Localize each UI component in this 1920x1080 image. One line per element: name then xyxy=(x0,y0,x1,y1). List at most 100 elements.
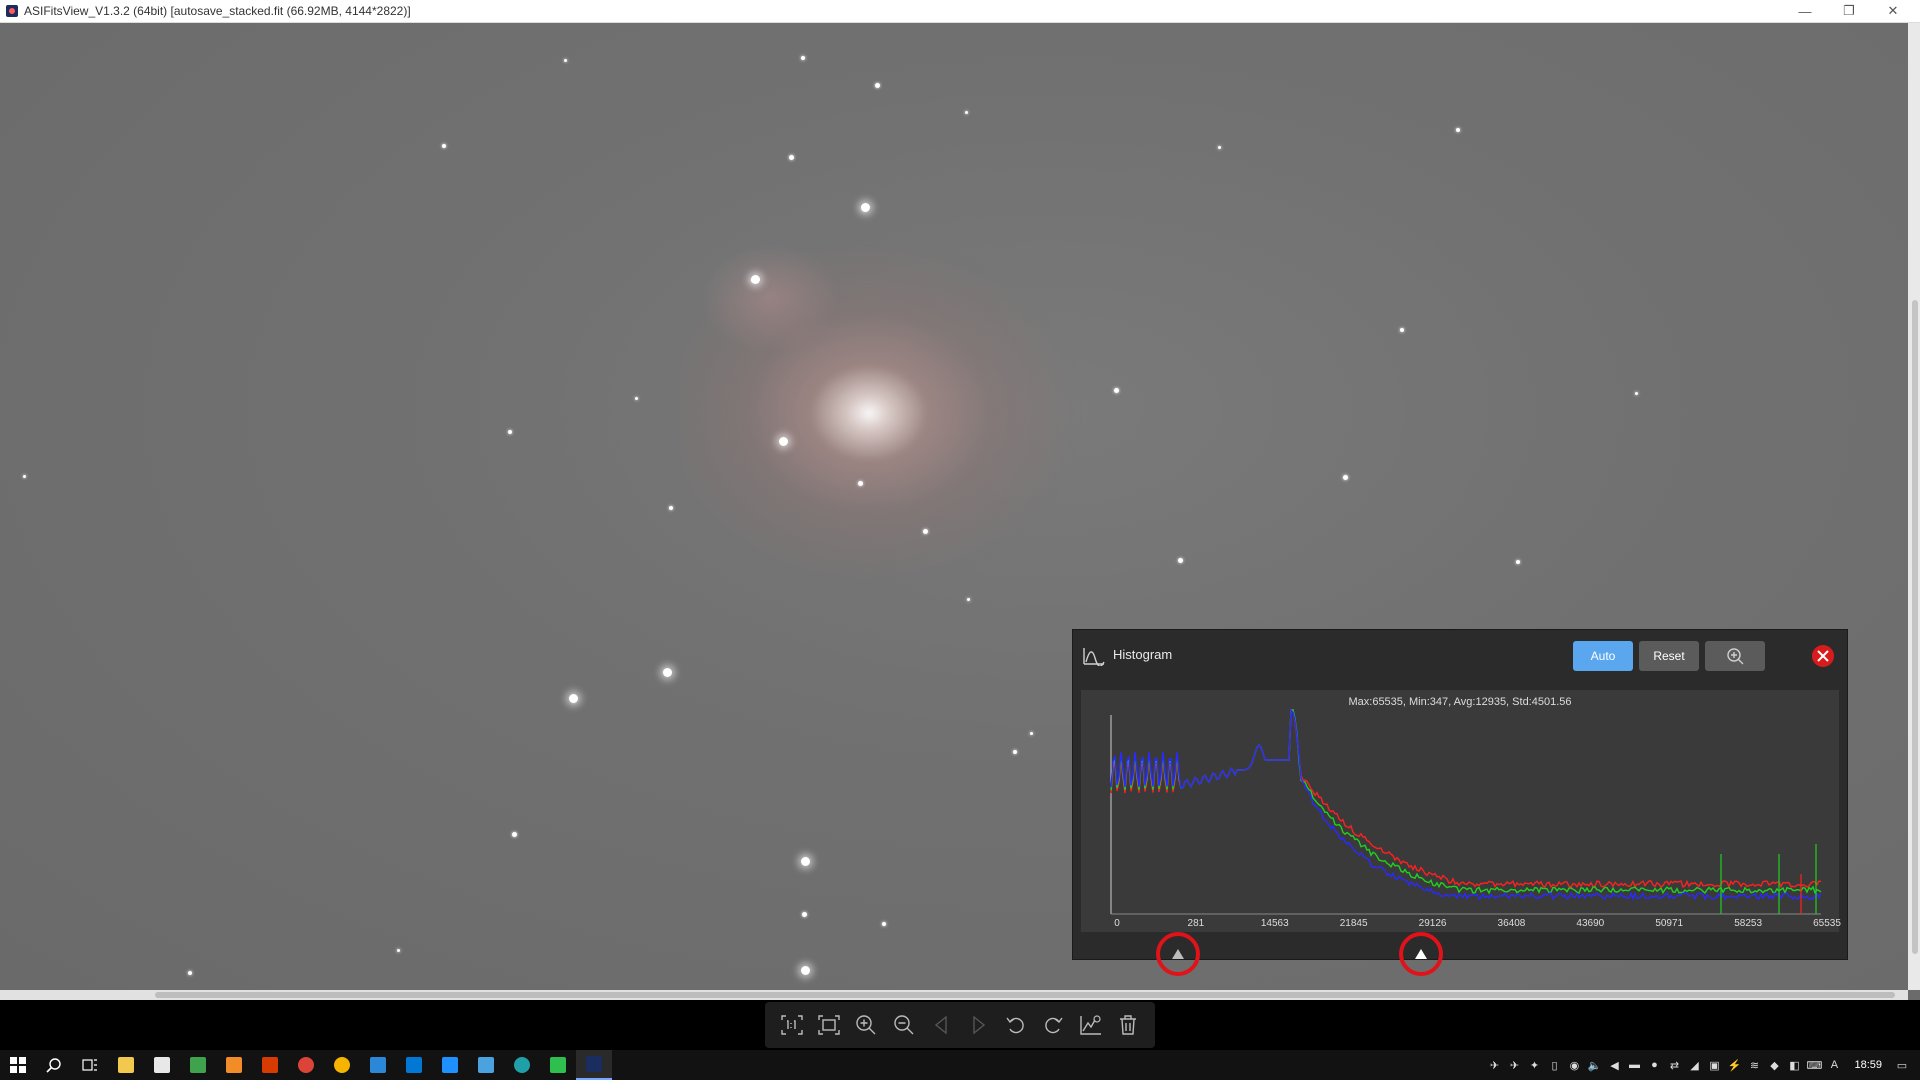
tray-icon-1[interactable]: ✈ xyxy=(1484,1050,1504,1080)
taskbar-store[interactable] xyxy=(144,1050,180,1080)
taskbar-app-orange[interactable] xyxy=(216,1050,252,1080)
orion-nebula xyxy=(680,223,1100,603)
taskbar-app-blue-1[interactable] xyxy=(360,1050,396,1080)
tray-icon-8[interactable]: ▬ xyxy=(1624,1050,1644,1080)
red-channel-curve xyxy=(1111,710,1821,887)
histogram-plot: Max:65535, Min:347, Avg:12935, Std:4501.… xyxy=(1081,690,1839,932)
zoom-out-button[interactable] xyxy=(890,1011,918,1039)
zoom-histogram-button[interactable] xyxy=(1705,641,1765,671)
x-tick-label: 0 xyxy=(1097,918,1137,929)
x-tick-label: 58253 xyxy=(1728,918,1768,929)
rotate-right-button[interactable] xyxy=(1039,1011,1067,1039)
taskbar-asifitsview[interactable] xyxy=(576,1050,612,1080)
blue-channel-curve xyxy=(1111,710,1821,899)
star xyxy=(23,475,26,478)
keyboard-icon[interactable]: ⌨ xyxy=(1804,1050,1824,1080)
star xyxy=(858,481,863,486)
histogram-curves xyxy=(1111,710,1821,914)
delete-button[interactable] xyxy=(1114,1011,1142,1039)
app-orange-icon xyxy=(226,1057,242,1073)
histogram-button[interactable] xyxy=(1077,1011,1105,1039)
bright-star xyxy=(663,668,672,677)
tray-icon-3[interactable]: ✦ xyxy=(1524,1050,1544,1080)
star xyxy=(1178,558,1183,563)
black-point-marker[interactable] xyxy=(1156,932,1200,976)
tray-battery-icon[interactable]: ▯ xyxy=(1544,1050,1564,1080)
notification-icon[interactable]: ▭ xyxy=(1892,1050,1912,1080)
bright-star xyxy=(779,437,788,446)
previous-button[interactable] xyxy=(927,1011,955,1039)
search-button[interactable] xyxy=(36,1050,72,1080)
histogram-chart xyxy=(1081,690,1839,932)
taskbar-file-explorer[interactable] xyxy=(108,1050,144,1080)
task-view-button[interactable] xyxy=(72,1050,108,1080)
clock[interactable]: 18:59 xyxy=(1854,1059,1882,1071)
tray-icon-9[interactable]: ● xyxy=(1644,1050,1664,1080)
star xyxy=(967,598,970,601)
tray-icon-7[interactable]: ◀ xyxy=(1604,1050,1624,1080)
close-histogram-button[interactable] xyxy=(1811,644,1835,668)
title-bar: ASIFitsView_V1.3.2 (64bit) [autosave_sta… xyxy=(0,0,1920,23)
taskbar-edge[interactable] xyxy=(504,1050,540,1080)
ime-indicator[interactable]: A xyxy=(1824,1050,1844,1080)
star xyxy=(1635,392,1638,395)
window-title: ASIFitsView_V1.3.2 (64bit) [autosave_sta… xyxy=(24,4,411,18)
star xyxy=(1218,146,1221,149)
star xyxy=(564,59,567,62)
tray-icon-12[interactable]: ▣ xyxy=(1704,1050,1724,1080)
x-tick-label: 29126 xyxy=(1413,918,1453,929)
start-button[interactable] xyxy=(0,1050,36,1080)
zoom-in-button[interactable] xyxy=(852,1011,880,1039)
fit-1to1-icon xyxy=(780,1014,804,1036)
star xyxy=(1343,475,1348,480)
star xyxy=(801,56,805,60)
restore-button[interactable]: ❐ xyxy=(1830,0,1868,22)
x-tick-label: 43690 xyxy=(1570,918,1610,929)
next-button[interactable] xyxy=(965,1011,993,1039)
star xyxy=(802,912,807,917)
minimize-icon: — xyxy=(1799,4,1812,19)
wifi-icon[interactable]: ≋ xyxy=(1744,1050,1764,1080)
auto-button[interactable]: Auto xyxy=(1573,641,1633,671)
star xyxy=(1030,732,1033,735)
taskbar-app-blue-2[interactable] xyxy=(432,1050,468,1080)
taskbar-office[interactable] xyxy=(252,1050,288,1080)
previous-icon xyxy=(932,1015,950,1035)
tray-icon-10[interactable]: ⇄ xyxy=(1664,1050,1684,1080)
histogram-curve-icon xyxy=(1083,646,1105,666)
tray-icon-15[interactable]: ◆ xyxy=(1764,1050,1784,1080)
close-window-button[interactable]: ✕ xyxy=(1874,0,1912,22)
taskbar-chrome-1[interactable] xyxy=(288,1050,324,1080)
volume-icon[interactable]: 🔈 xyxy=(1584,1050,1604,1080)
star xyxy=(508,430,512,434)
star xyxy=(1400,328,1404,332)
fit-window-button[interactable] xyxy=(815,1011,843,1039)
vertical-scrollbar-thumb[interactable] xyxy=(1912,300,1918,954)
tray-icon-13[interactable]: ⚡ xyxy=(1724,1050,1744,1080)
bright-star xyxy=(801,857,810,866)
taskbar-chrome-2[interactable] xyxy=(324,1050,360,1080)
star xyxy=(1456,128,1460,132)
star xyxy=(512,832,517,837)
tray-icon-2[interactable]: ✈ xyxy=(1504,1050,1524,1080)
white-point-marker[interactable] xyxy=(1399,932,1443,976)
fit-1to1-button[interactable] xyxy=(778,1011,806,1039)
taskbar-app-green[interactable] xyxy=(180,1050,216,1080)
star xyxy=(1013,750,1017,754)
fit-window-icon xyxy=(817,1014,841,1036)
horizontal-scrollbar-thumb[interactable] xyxy=(155,992,1895,998)
taskbar-app-green-2[interactable] xyxy=(540,1050,576,1080)
taskbar-app-blue-3[interactable] xyxy=(468,1050,504,1080)
green-channel-curve xyxy=(1111,710,1821,893)
image-toolbar xyxy=(765,1002,1155,1048)
close-circle-icon xyxy=(1811,644,1835,668)
x-tick-label: 50971 xyxy=(1649,918,1689,929)
rotate-left-button[interactable] xyxy=(1002,1011,1030,1039)
tray-icon-5[interactable]: ◉ xyxy=(1564,1050,1584,1080)
reset-button[interactable]: Reset xyxy=(1639,641,1699,671)
taskbar-mail[interactable] xyxy=(396,1050,432,1080)
star xyxy=(875,83,880,88)
minimize-button[interactable]: — xyxy=(1786,0,1824,22)
tray-icon-16[interactable]: ◧ xyxy=(1784,1050,1804,1080)
tray-icon-11[interactable]: ◢ xyxy=(1684,1050,1704,1080)
